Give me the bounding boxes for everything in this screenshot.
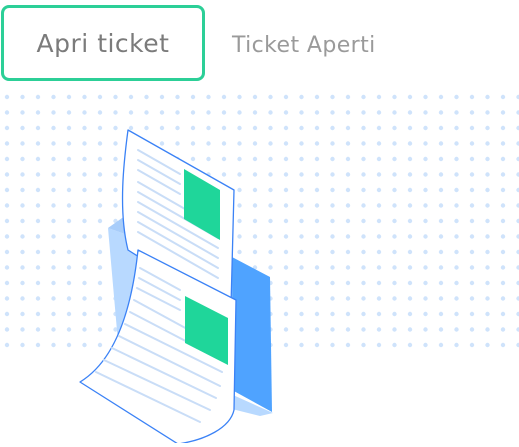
tab-bar: Apri ticket Ticket Aperti xyxy=(0,0,519,90)
tab-ticket-aperti[interactable]: Ticket Aperti xyxy=(232,28,376,64)
tab-apri-ticket-label: Apri ticket xyxy=(36,28,170,58)
tab-apri-ticket[interactable]: Apri ticket xyxy=(1,5,205,81)
tab-ticket-aperti-label: Ticket Aperti xyxy=(232,33,376,58)
folder-back xyxy=(232,257,272,412)
documents-folder-icon xyxy=(0,90,519,445)
documents-folder-illustration xyxy=(0,90,519,445)
